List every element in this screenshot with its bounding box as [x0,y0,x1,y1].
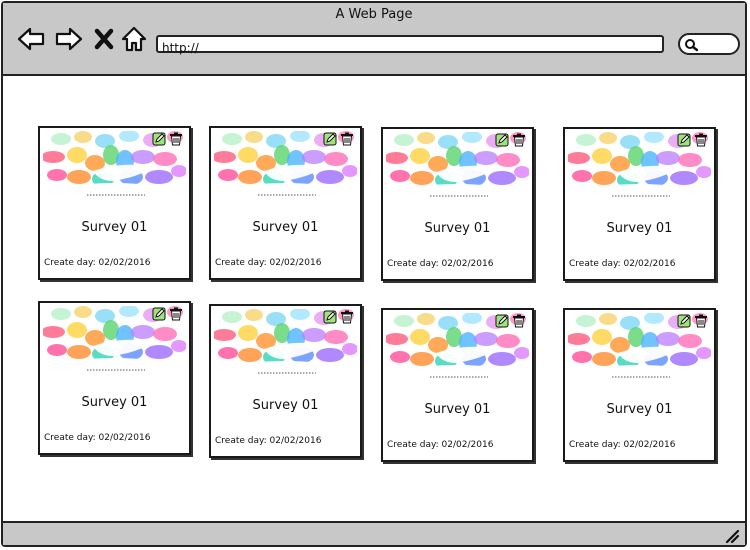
survey-create-date: Create day: 02/02/2016 [215,258,322,268]
card-actions [152,132,183,146]
survey-create-date: Create day: 02/02/2016 [569,440,676,450]
survey-create-date: Create day: 02/02/2016 [44,433,151,443]
edit-icon[interactable] [323,132,337,146]
window-title: A Web Page [335,7,413,22]
status-bar [3,521,745,545]
survey-title: Survey 01 [252,398,319,413]
edit-icon[interactable] [152,307,166,321]
survey-create-date: Create day: 02/02/2016 [387,259,494,269]
survey-card[interactable]: Survey 01 Create day: 02/02/2016 [209,304,362,458]
card-actions [495,314,526,328]
survey-card[interactable]: Survey 01 Create day: 02/02/2016 [38,301,191,455]
browser-toolbar: A Web Page [3,3,745,76]
edit-icon[interactable] [495,314,509,328]
survey-title: Survey 01 [81,395,148,410]
edit-icon[interactable] [677,314,691,328]
card-actions [323,310,354,324]
survey-title: Survey 01 [424,402,491,417]
survey-title: Survey 01 [81,220,148,235]
search-icon[interactable] [684,37,699,52]
arrow-left-icon[interactable] [17,25,45,53]
survey-card[interactable]: Survey 01 Create day: 02/02/2016 [38,126,191,280]
survey-create-date: Create day: 02/02/2016 [215,436,322,446]
survey-card[interactable]: Survey 01 Create day: 02/02/2016 [381,127,534,281]
arrow-right-icon[interactable] [55,25,83,53]
survey-card[interactable]: Survey 01 Create day: 02/02/2016 [563,127,716,281]
card-actions [323,132,354,146]
card-actions [677,314,708,328]
search-box[interactable] [678,33,740,55]
survey-card[interactable]: Survey 01 Create day: 02/02/2016 [209,126,362,280]
trash-icon[interactable] [694,314,708,328]
edit-icon[interactable] [495,133,509,147]
trash-icon[interactable] [169,132,183,146]
trash-icon[interactable] [512,133,526,147]
card-actions [495,133,526,147]
edit-icon[interactable] [323,310,337,324]
close-icon[interactable] [93,25,115,53]
survey-title: Survey 01 [606,402,673,417]
trash-icon[interactable] [169,307,183,321]
trash-icon[interactable] [340,310,354,324]
edit-icon[interactable] [152,132,166,146]
home-icon[interactable] [120,25,148,53]
trash-icon[interactable] [694,133,708,147]
survey-title: Survey 01 [252,220,319,235]
trash-icon[interactable] [512,314,526,328]
edit-icon[interactable] [677,133,691,147]
survey-title: Survey 01 [606,221,673,236]
survey-title: Survey 01 [424,221,491,236]
survey-create-date: Create day: 02/02/2016 [569,259,676,269]
card-actions [152,307,183,321]
survey-create-date: Create day: 02/02/2016 [44,258,151,268]
card-actions [677,133,708,147]
trash-icon[interactable] [340,132,354,146]
survey-card[interactable]: Survey 01 Create day: 02/02/2016 [563,308,716,462]
survey-card[interactable]: Survey 01 Create day: 02/02/2016 [381,308,534,462]
resize-grip-icon[interactable] [725,528,740,544]
url-input[interactable] [158,41,650,55]
survey-create-date: Create day: 02/02/2016 [387,440,494,450]
address-bar[interactable] [156,35,664,55]
